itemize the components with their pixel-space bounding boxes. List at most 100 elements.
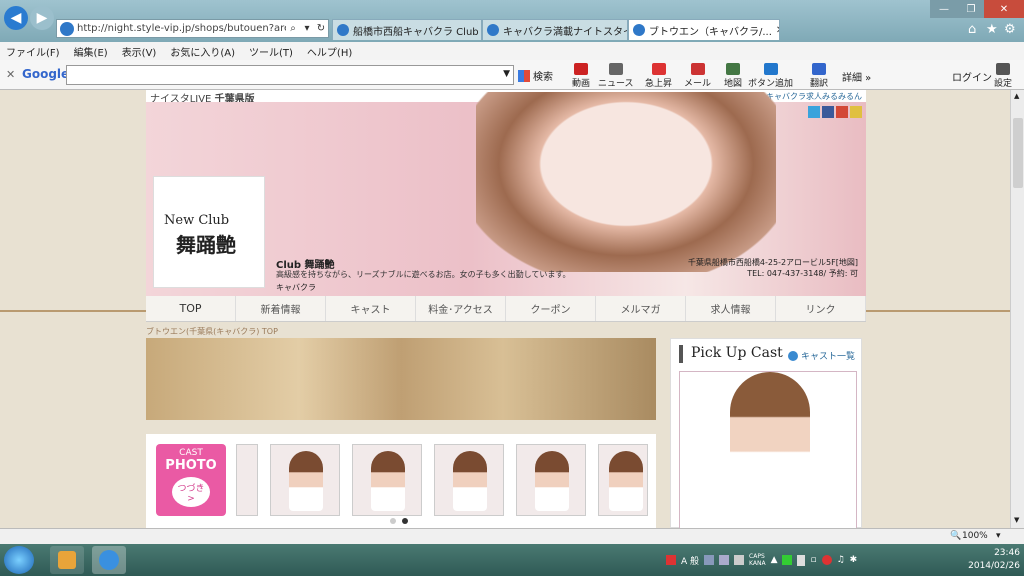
- cast-thumb[interactable]: [270, 444, 340, 516]
- shop-address[interactable]: 千葉県船橋市西船橋4-25-2アロービル5F[地図]: [688, 257, 858, 268]
- taskbar: A 般 CAPS KANA ▲ ▫ ♫ ✱ 23:46 2014/02/26: [0, 544, 1024, 576]
- status-bar: 🔍 100% ▾: [0, 528, 1024, 544]
- home-icon[interactable]: ⌂: [968, 22, 976, 37]
- refresh-icon[interactable]: ↻: [314, 23, 328, 34]
- bluetooth-icon[interactable]: ✱: [850, 555, 858, 565]
- gear-icon[interactable]: ⚙: [1004, 22, 1016, 37]
- forward-button[interactable]: ▶: [30, 6, 54, 30]
- cast-list-link[interactable]: キャスト一覧: [787, 349, 855, 362]
- zoom-icon[interactable]: 🔍: [950, 531, 961, 541]
- menu-view[interactable]: 表示(V): [122, 44, 157, 59]
- outlook-icon: [58, 551, 76, 569]
- back-button[interactable]: ◀: [4, 6, 28, 30]
- ie-tab-icon: [487, 24, 499, 36]
- close-toolbar-icon[interactable]: ✕: [6, 68, 15, 81]
- signal-icon[interactable]: ▫: [810, 555, 816, 565]
- ie-page-icon: [60, 21, 74, 36]
- ime-indicator[interactable]: A 般: [681, 554, 699, 567]
- scroll-up-icon[interactable]: ▲: [1014, 92, 1019, 100]
- help-icon[interactable]: [734, 555, 745, 565]
- tray-icon[interactable]: [719, 555, 730, 565]
- zoom-level[interactable]: 100%: [962, 531, 988, 541]
- breadcrumb[interactable]: ブトウエン(千葉県(キャバクラ) TOP: [146, 326, 278, 337]
- maximize-button[interactable]: ❐: [958, 0, 984, 18]
- ie-app[interactable]: [92, 546, 126, 574]
- google-search-button[interactable]: 検索: [518, 68, 553, 83]
- address-bar[interactable]: http://night.style-vip.jp/shops/butouen?…: [56, 19, 329, 38]
- security-icon[interactable]: [821, 555, 832, 565]
- cast-thumb[interactable]: [352, 444, 422, 516]
- shop-category: キャバクラ: [276, 283, 316, 292]
- nav-recruit[interactable]: 求人情報: [686, 296, 776, 321]
- scroll-thumb[interactable]: [1013, 118, 1023, 188]
- chevron-up-icon[interactable]: ▲: [771, 555, 778, 565]
- tab-3-active[interactable]: ブトウエン（キャバクラ/... ✕: [628, 19, 780, 40]
- menu-edit[interactable]: 編集(E): [74, 44, 108, 59]
- dropdown-icon[interactable]: ▾: [300, 23, 314, 34]
- menu-file[interactable]: ファイル(F): [6, 44, 60, 59]
- outlook-app[interactable]: [50, 546, 84, 574]
- carousel-dot[interactable]: [390, 518, 396, 524]
- google-search-input[interactable]: ▼: [66, 65, 514, 85]
- menu-favorites[interactable]: お気に入り(A): [170, 44, 235, 59]
- cast-thumb[interactable]: [598, 444, 648, 516]
- tool-translate[interactable]: 翻訳: [810, 63, 828, 89]
- google-plus-icon[interactable]: [836, 106, 848, 118]
- social-icons: [808, 106, 862, 118]
- nav-link[interactable]: リンク: [776, 296, 866, 321]
- chat-icon[interactable]: [850, 106, 862, 118]
- close-window-button[interactable]: ✕: [984, 0, 1024, 18]
- dropdown-icon[interactable]: ▼: [503, 69, 510, 79]
- minimize-button[interactable]: —: [930, 0, 958, 18]
- battery-icon[interactable]: [797, 554, 806, 566]
- close-tab-icon[interactable]: ✕: [772, 25, 779, 36]
- cast-thumb[interactable]: [236, 444, 258, 516]
- tool-video[interactable]: 動画: [572, 63, 590, 89]
- login-button[interactable]: ログイン: [952, 69, 992, 84]
- vertical-scrollbar[interactable]: ▲ ▼: [1010, 90, 1024, 528]
- pickup-cast-photo[interactable]: [679, 371, 857, 528]
- facebook-icon[interactable]: [822, 106, 834, 118]
- cast-photo-line1: CAST: [179, 448, 203, 458]
- address-url: http://night.style-vip.jp/shops/butouen?…: [77, 23, 286, 34]
- nav-top[interactable]: TOP: [146, 296, 236, 321]
- tool-trending[interactable]: 急上昇: [645, 63, 672, 89]
- nav-cast[interactable]: キャスト: [326, 296, 416, 321]
- settings-button[interactable]: 設定: [994, 63, 1012, 89]
- volume-icon[interactable]: ♫: [837, 555, 845, 565]
- carousel-dot-active[interactable]: [402, 518, 408, 524]
- pickup-title: Pick Up Cast: [691, 345, 783, 361]
- scroll-down-icon[interactable]: ▼: [1014, 516, 1019, 524]
- twitter-icon[interactable]: [808, 106, 820, 118]
- cast-thumb[interactable]: [434, 444, 504, 516]
- tool-map[interactable]: 地図: [724, 63, 742, 89]
- model-photo: [476, 92, 776, 272]
- zoom-dropdown-icon[interactable]: ▾: [996, 531, 1001, 541]
- tab-1[interactable]: 船橋市西船キャバクラ Club ...: [332, 19, 482, 40]
- tab-2[interactable]: キャバクラ満載ナイトスタイ...: [482, 19, 628, 40]
- tool-news[interactable]: ニュース: [598, 63, 634, 89]
- tool-mail[interactable]: メール: [684, 63, 711, 89]
- nav-news[interactable]: 新着情報: [236, 296, 326, 321]
- cast-photo-line2: PHOTO: [165, 458, 217, 473]
- search-icon[interactable]: ⌕: [286, 23, 300, 34]
- nav-price-access[interactable]: 料金･アクセス: [416, 296, 506, 321]
- mail-icon: [690, 63, 705, 75]
- nav-coupon[interactable]: クーポン: [506, 296, 596, 321]
- tab-label: 船橋市西船キャバクラ Club ...: [353, 26, 482, 38]
- start-button[interactable]: [4, 546, 34, 574]
- clock[interactable]: 23:46 2014/02/26: [944, 547, 1020, 573]
- nav-mailmag[interactable]: メルマガ: [596, 296, 686, 321]
- tray-app-icon[interactable]: [666, 555, 676, 565]
- shop-tel: TEL: 047-437-3148/ 予約: 可: [747, 269, 858, 278]
- cast-thumb[interactable]: [516, 444, 586, 516]
- menu-help[interactable]: ヘルプ(H): [307, 44, 352, 59]
- tray-icon[interactable]: [704, 555, 715, 565]
- favorites-star-icon[interactable]: ★: [986, 22, 998, 37]
- tray-green-icon[interactable]: [782, 555, 793, 565]
- more-button[interactable]: 詳細 »: [842, 69, 871, 84]
- cast-photo-button[interactable]: CAST PHOTO つづき >: [156, 444, 226, 516]
- menu-tools[interactable]: ツール(T): [249, 44, 293, 59]
- shop-banner: New Club 舞踊艶 Club 舞踊艶 高級感を持ちながら、リーズナブルに遊…: [146, 92, 866, 296]
- tool-add-button[interactable]: ボタン追加: [748, 63, 793, 89]
